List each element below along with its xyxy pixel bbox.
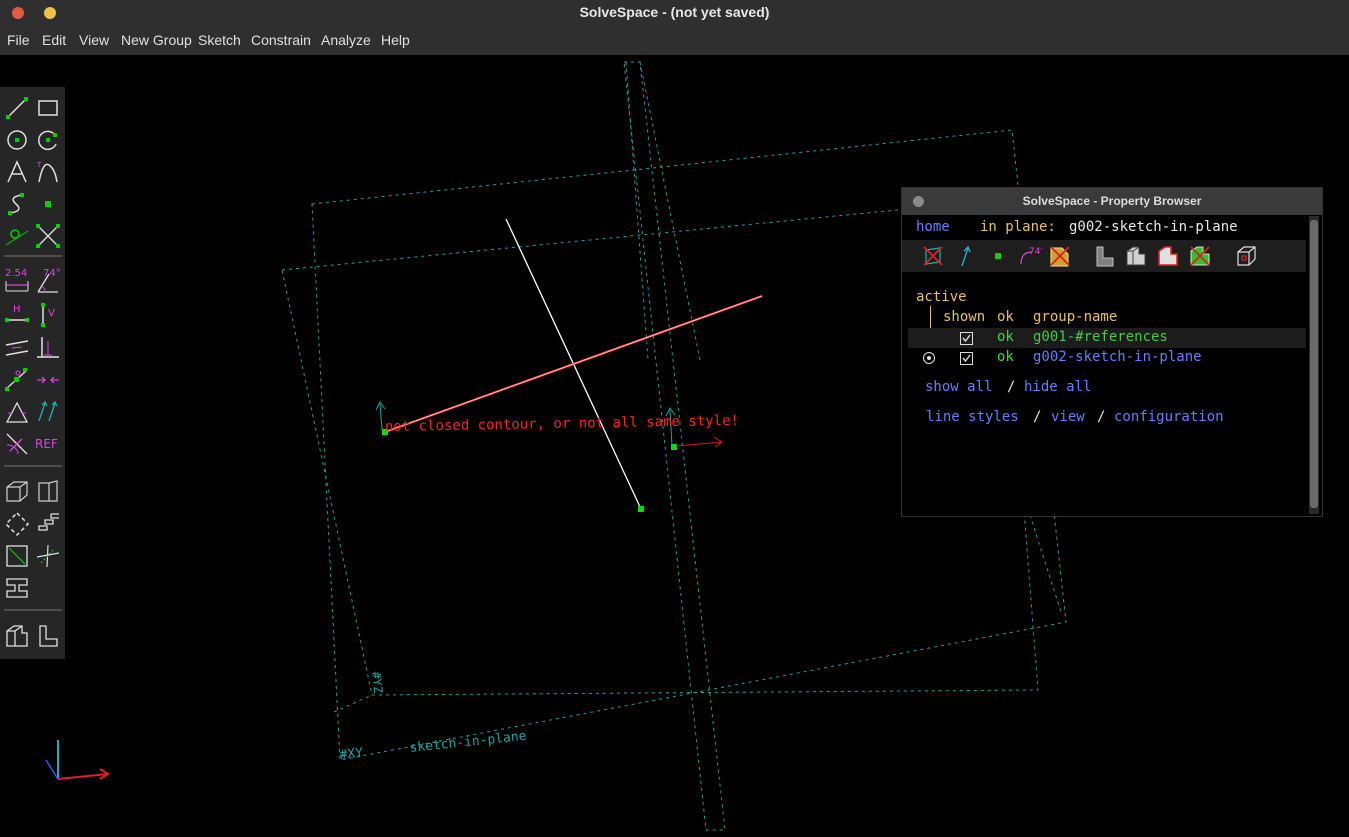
active-header: active <box>916 289 967 305</box>
equal-icon[interactable] <box>4 399 30 425</box>
arc-icon[interactable] <box>35 127 61 153</box>
edges-icon[interactable] <box>1124 244 1148 268</box>
parallel-icon[interactable] <box>4 335 30 361</box>
horizontal-icon[interactable]: H <box>4 302 30 328</box>
group-name-column-header: group-name <box>1033 309 1118 325</box>
reference-label: REF <box>35 437 58 451</box>
configuration-link[interactable]: configuration <box>1114 409 1224 425</box>
property-browser-window: SolveSpace - Property Browser home in pl… <box>901 187 1323 517</box>
lathe-icon[interactable] <box>35 479 61 505</box>
point-icon[interactable] <box>35 191 61 217</box>
angle-dimension-icon[interactable]: 74° <box>35 268 61 295</box>
hide-all-link[interactable]: hide all <box>1024 379 1091 395</box>
sketch-in-3d-icon[interactable] <box>4 623 30 649</box>
bezier-icon[interactable] <box>4 191 30 217</box>
workplanes-toggle-icon[interactable] <box>921 244 945 268</box>
ok-status-g001: ok <box>997 329 1014 345</box>
xy-plane-tag: #XY <box>339 746 364 763</box>
other-supplementary-icon[interactable] <box>4 431 30 457</box>
group-name-g001[interactable]: g001-#references <box>1033 329 1168 345</box>
in-plane-value: g002-sketch-in-plane <box>1069 219 1238 235</box>
workplane-label: sketch-in-plane <box>409 729 527 756</box>
line-icon[interactable] <box>4 95 30 121</box>
assemble-icon[interactable] <box>4 575 30 601</box>
dimension-label: 2.54 <box>5 268 28 279</box>
group-name-g002[interactable]: g002-sketch-in-plane <box>1033 349 1202 365</box>
split-curves-icon[interactable] <box>35 223 61 249</box>
same-orientation-icon[interactable] <box>35 399 61 425</box>
extrude-icon[interactable] <box>4 479 30 505</box>
angle-label: 74° <box>43 268 61 279</box>
point-on-entity-icon[interactable] <box>4 223 30 249</box>
separator: / <box>1033 409 1042 425</box>
property-browser-title: SolveSpace - Property Browser <box>1022 194 1202 208</box>
mesh-icon[interactable] <box>1188 244 1212 268</box>
outlines-icon[interactable] <box>1156 244 1180 268</box>
new-workplane-icon[interactable] <box>35 543 61 569</box>
display-toggle-bar: 74° <box>902 240 1306 272</box>
rectangle-icon[interactable] <box>35 95 61 121</box>
property-browser-scrollbar[interactable] <box>1309 216 1319 514</box>
shown-column-header: shown <box>943 309 986 325</box>
point-2 <box>638 506 644 512</box>
shaded-icon[interactable] <box>1092 244 1116 268</box>
x-axis-arrow-small <box>675 436 723 448</box>
faces-toggle-icon[interactable] <box>1048 244 1072 268</box>
property-browser-titlebar: SolveSpace - Property Browser <box>902 188 1322 215</box>
home-link[interactable]: home <box>916 219 950 235</box>
step-translate-icon[interactable] <box>35 511 61 537</box>
workplane-icon[interactable] <box>4 543 30 569</box>
point-on-line-icon[interactable] <box>4 367 30 393</box>
error-message: not closed contour, or not all same styl… <box>385 413 739 435</box>
step-rotate-icon[interactable] <box>4 511 30 537</box>
points-toggle-icon[interactable] <box>986 244 1010 268</box>
ok-column-header: ok <box>997 309 1014 325</box>
perpendicular-icon[interactable] <box>35 335 61 361</box>
view-link[interactable]: view <box>1051 409 1085 425</box>
svg-text:74°: 74° <box>1029 247 1042 257</box>
vertical-icon[interactable]: V <box>35 302 61 328</box>
vertical-label: V <box>48 308 55 319</box>
ok-status-g002: ok <box>997 349 1014 365</box>
reference-icon[interactable]: REF <box>35 431 61 457</box>
shown-checkbox-g002[interactable] <box>960 352 973 365</box>
constraints-toggle-icon[interactable]: 74° <box>1018 244 1045 268</box>
scrollbar-thumb[interactable] <box>1310 220 1318 508</box>
sketch-toolbar: T 2.54 74° H V REF <box>0 87 65 659</box>
axis-triad <box>45 740 110 780</box>
circle-icon[interactable] <box>4 127 30 153</box>
tangent-arc-icon[interactable]: T <box>35 159 61 185</box>
shown-checkbox-g001[interactable] <box>960 332 973 345</box>
svg-text:T: T <box>36 161 42 169</box>
separator: / <box>1097 409 1106 425</box>
line-styles-link[interactable]: line styles <box>926 409 1019 425</box>
sketch-in-plane-icon[interactable] <box>35 623 61 649</box>
yz-plane-tag: #YZ <box>369 671 385 694</box>
distance-dimension-icon[interactable]: 2.54 <box>4 268 30 295</box>
separator: / <box>1007 379 1016 395</box>
normals-toggle-icon[interactable] <box>954 244 978 268</box>
text-icon[interactable] <box>4 159 30 185</box>
horizontal-label: H <box>13 304 21 315</box>
active-radio-g002[interactable] <box>923 352 935 364</box>
show-all-link[interactable]: show all <box>925 379 992 395</box>
hidden-lines-icon[interactable] <box>1234 244 1258 268</box>
in-plane-label: in plane: <box>980 219 1056 235</box>
symmetric-icon[interactable] <box>35 367 61 393</box>
